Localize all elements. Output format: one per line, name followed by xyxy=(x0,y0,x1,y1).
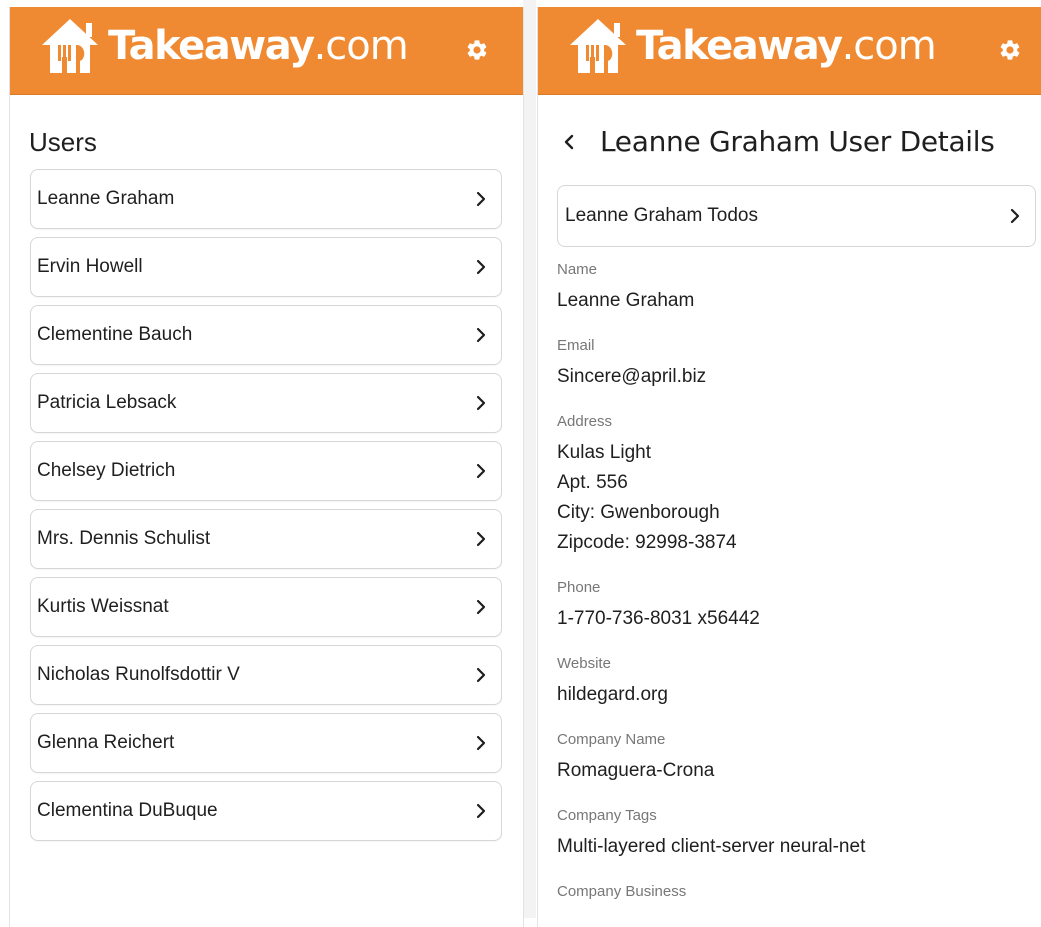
chevron-right-icon xyxy=(476,327,486,343)
field-value: Leanne Graham xyxy=(557,290,695,311)
user-name-label: Leanne Graham xyxy=(37,188,175,209)
chevron-right-icon xyxy=(476,667,486,683)
chevron-right-icon xyxy=(1010,208,1020,224)
detail-field: Website hildegard.org xyxy=(557,654,1027,710)
chevron-right-icon xyxy=(476,599,486,615)
field-label: Phone xyxy=(557,579,601,596)
chevron-right-icon xyxy=(476,463,486,479)
brand-logo: Takeaway.com xyxy=(566,17,937,75)
user-details-screen: Takeaway.com Leanne Graham User Details … xyxy=(537,7,1041,927)
user-list: Leanne Graham Ervin Howell Clementine Bauc… xyxy=(30,169,502,849)
chevron-left-icon[interactable] xyxy=(562,133,576,151)
user-name-label: Glenna Reichert xyxy=(37,732,175,753)
detail-field: Company Name Romaguera-Crona xyxy=(557,730,1027,786)
takeaway-house-logo-icon xyxy=(570,19,626,73)
user-name-label: Kurtis Weissnat xyxy=(37,596,169,617)
screen-gutter xyxy=(523,0,536,918)
brand-suffix: .com xyxy=(841,23,937,69)
user-name-label: Ervin Howell xyxy=(37,256,143,277)
field-value: Multi-layered client-server neural-net xyxy=(557,836,866,857)
page-title: Leanne Graham User Details xyxy=(600,125,995,158)
detail-header: Leanne Graham User Details xyxy=(562,125,995,158)
detail-field: Company Tags Multi-layered client-server … xyxy=(557,806,1027,862)
user-name-label: Chelsey Dietrich xyxy=(37,460,176,481)
detail-field: Email Sincere@april.biz xyxy=(557,336,1027,392)
users-screen: Takeaway.com Users Leanne Graham Ervin Ho… xyxy=(9,7,524,927)
brand-logo: Takeaway.com xyxy=(38,17,409,75)
field-label: Company Business xyxy=(557,883,687,900)
chevron-right-icon xyxy=(476,259,486,275)
chevron-right-icon xyxy=(476,395,486,411)
user-detail-fields: Name Leanne Graham Email Sincere@april.biz A… xyxy=(557,260,1027,922)
user-list-item[interactable]: Chelsey Dietrich xyxy=(30,441,502,501)
user-list-item[interactable]: Patricia Lebsack xyxy=(30,373,502,433)
user-list-item[interactable]: Glenna Reichert xyxy=(30,713,502,773)
brand-name: Takeaway xyxy=(636,23,843,69)
gear-icon[interactable] xyxy=(465,38,489,62)
field-value: 1-770-736-8031 x56442 xyxy=(557,608,760,629)
field-label: Address xyxy=(557,413,613,430)
detail-field: Company Business xyxy=(557,882,1027,902)
detail-field: Address Kulas Light Apt. 556 City: Gwenboro… xyxy=(557,412,1027,558)
brand-suffix: .com xyxy=(313,23,409,69)
field-value: Sincere@april.biz xyxy=(557,366,707,387)
detail-field: Phone 1-770-736-8031 x56442 xyxy=(557,578,1027,634)
user-name-label: Nicholas Runolfsdottir V xyxy=(37,664,240,685)
chevron-right-icon xyxy=(476,191,486,207)
user-list-item[interactable]: Nicholas Runolfsdottir V xyxy=(30,645,502,705)
user-list-item[interactable]: Leanne Graham xyxy=(30,169,502,229)
field-label: Company Name xyxy=(557,731,666,748)
user-name-label: Mrs. Dennis Schulist xyxy=(37,528,211,549)
field-label: Email xyxy=(557,337,595,354)
chevron-right-icon xyxy=(476,531,486,547)
user-name-label: Clementine Bauch xyxy=(37,324,193,345)
user-list-item[interactable]: Clementine Bauch xyxy=(30,305,502,365)
todos-link-label: Leanne Graham Todos xyxy=(565,205,758,226)
user-list-item[interactable]: Ervin Howell xyxy=(30,237,502,297)
takeaway-house-logo-icon xyxy=(42,19,98,73)
address-line: Kulas Light xyxy=(557,442,652,463)
page-title: Users xyxy=(29,127,97,157)
todos-link-button[interactable]: Leanne Graham Todos xyxy=(557,185,1036,247)
user-list-item[interactable]: Clementina DuBuque xyxy=(30,781,502,841)
chevron-right-icon xyxy=(476,735,486,751)
brand-name: Takeaway xyxy=(108,23,315,69)
gear-icon[interactable] xyxy=(998,38,1022,62)
address-line: Zipcode: 92998-3874 xyxy=(557,532,737,553)
field-label: Company Tags xyxy=(557,807,657,824)
detail-field: Name Leanne Graham xyxy=(557,260,1027,316)
field-value: Romaguera-Crona xyxy=(557,760,715,781)
brand-wordmark: Takeaway.com xyxy=(636,23,937,69)
chevron-right-icon xyxy=(476,803,486,819)
brand-wordmark: Takeaway.com xyxy=(108,23,409,69)
user-list-item[interactable]: Mrs. Dennis Schulist xyxy=(30,509,502,569)
field-value: hildegard.org xyxy=(557,684,668,705)
app-header: Takeaway.com xyxy=(10,7,523,95)
field-label: Website xyxy=(557,655,611,672)
user-list-item[interactable]: Kurtis Weissnat xyxy=(30,577,502,637)
address-line: Apt. 556 xyxy=(557,472,628,493)
field-label: Name xyxy=(557,261,598,278)
address-line: City: Gwenborough xyxy=(557,502,720,523)
user-name-label: Clementina DuBuque xyxy=(37,800,218,821)
app-header: Takeaway.com xyxy=(538,7,1041,95)
user-name-label: Patricia Lebsack xyxy=(37,392,177,413)
